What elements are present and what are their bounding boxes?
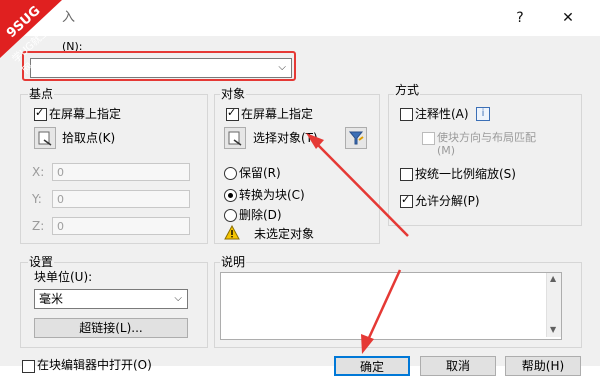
arrowhead-ok	[361, 334, 374, 354]
block-definition-dialog: 入 ? ✕ (N): ⌵ 基点 在屏幕上指定 拾取点(K) X: 0 Y: 0 …	[0, 0, 600, 376]
arrow-to-ok	[366, 269, 402, 341]
watermark-logo: 9SUG 学UG就上UG网	[0, 0, 70, 76]
annotation-arrows	[306, 133, 409, 354]
arrow-to-select-objects	[317, 144, 409, 237]
